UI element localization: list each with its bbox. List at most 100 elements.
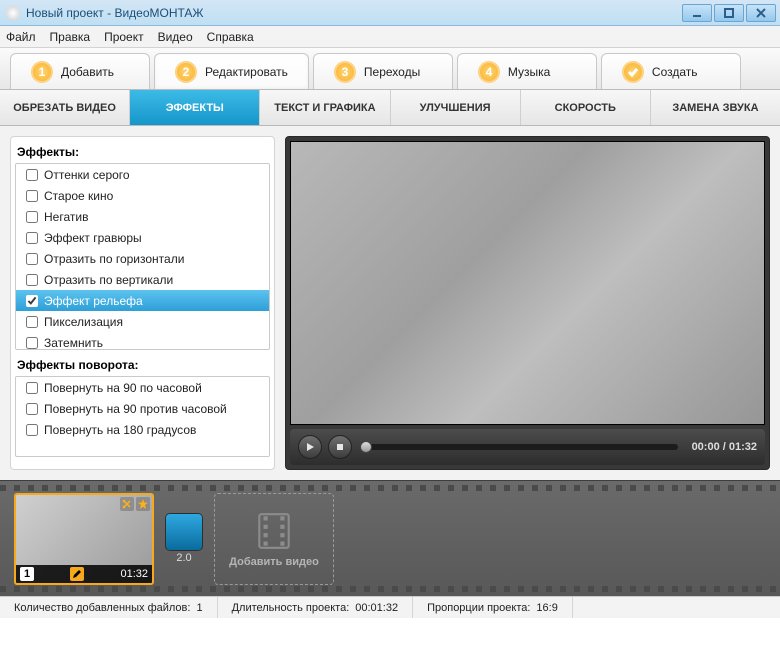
- menu-project[interactable]: Проект: [104, 30, 144, 44]
- clip-index: 1: [20, 567, 34, 581]
- film-perforation: [0, 586, 780, 592]
- menu-video[interactable]: Видео: [158, 30, 193, 44]
- step-label: Музыка: [508, 65, 550, 79]
- scissors-icon[interactable]: [120, 497, 134, 511]
- add-video-label: Добавить видео: [229, 556, 319, 568]
- title-bar: Новый проект - ВидеоМОНТАЖ: [0, 0, 780, 26]
- video-preview[interactable]: [290, 141, 765, 425]
- tab-audio[interactable]: ЗАМЕНА ЗВУКА: [651, 90, 780, 125]
- menu-file[interactable]: Файл: [6, 30, 36, 44]
- step-label: Редактировать: [205, 65, 288, 79]
- status-files-label: Количество добавленных файлов:: [14, 602, 190, 614]
- transition-chip[interactable]: [166, 514, 202, 550]
- effect-label: Затемнить: [44, 336, 103, 350]
- effects-heading: Эффекты:: [17, 145, 268, 159]
- minimize-button[interactable]: [682, 4, 712, 22]
- timeline-clip[interactable]: 1 01:32: [14, 493, 154, 585]
- step-number-icon: 1: [31, 61, 53, 83]
- step-label: Создать: [652, 65, 698, 79]
- tab-improve[interactable]: УЛУЧШЕНИЯ: [391, 90, 521, 125]
- status-duration: Длительность проекта: 00:01:32: [218, 597, 414, 618]
- add-video-button[interactable]: Добавить видео: [214, 493, 334, 585]
- clip-badges: [120, 497, 150, 511]
- effect-checkbox[interactable]: [26, 424, 38, 436]
- effect-item[interactable]: Повернуть на 90 по часовой: [16, 377, 269, 398]
- effect-item[interactable]: Отразить по горизонтали: [16, 248, 269, 269]
- seek-bar[interactable]: [366, 444, 678, 450]
- step-transitions[interactable]: 3 Переходы: [313, 53, 453, 89]
- effect-item[interactable]: Эффект гравюры: [16, 227, 269, 248]
- status-files: Количество добавленных файлов: 1: [0, 597, 218, 618]
- effect-label: Эффект гравюры: [44, 231, 142, 245]
- player-controls: 00:00 / 01:32: [290, 429, 765, 465]
- tab-speed[interactable]: СКОРОСТЬ: [521, 90, 651, 125]
- menu-help[interactable]: Справка: [207, 30, 254, 44]
- close-button[interactable]: [746, 4, 776, 22]
- work-area: Эффекты: Оттенки серого Старое кино Негати…: [0, 126, 780, 480]
- clip-duration: 01:32: [120, 568, 148, 580]
- status-aspect-label: Пропорции проекта:: [427, 602, 530, 614]
- step-number-icon: 4: [478, 61, 500, 83]
- seek-handle[interactable]: [360, 441, 372, 453]
- rotation-list: Повернуть на 90 по часовой Повернуть на 9…: [15, 376, 270, 457]
- effect-checkbox[interactable]: [26, 232, 38, 244]
- editor-subtabs: ОБРЕЗАТЬ ВИДЕО ЭФФЕКТЫ ТЕКСТ И ГРАФИКА У…: [0, 90, 780, 126]
- preview-panel: 00:00 / 01:32: [285, 136, 770, 470]
- effect-label: Оттенки серого: [44, 168, 130, 182]
- effect-label: Старое кино: [44, 189, 113, 203]
- effect-checkbox[interactable]: [26, 190, 38, 202]
- status-files-value: 1: [196, 602, 202, 614]
- timeline[interactable]: 1 01:32 2.0 Добавить видео: [0, 480, 780, 596]
- effect-checkbox[interactable]: [26, 169, 38, 181]
- effect-label: Отразить по горизонтали: [44, 252, 184, 266]
- effect-label: Негатив: [44, 210, 88, 224]
- effect-checkbox[interactable]: [26, 253, 38, 265]
- effect-label: Повернуть на 90 по часовой: [44, 381, 202, 395]
- effect-item[interactable]: Повернуть на 90 против часовой: [16, 398, 269, 419]
- tab-effects[interactable]: ЭФФЕКТЫ: [130, 90, 260, 125]
- effect-item[interactable]: Эффект рельефа: [16, 290, 269, 311]
- step-label: Переходы: [364, 65, 420, 79]
- menu-edit[interactable]: Правка: [50, 30, 91, 44]
- effect-checkbox[interactable]: [26, 274, 38, 286]
- status-duration-value: 00:01:32: [355, 602, 398, 614]
- effect-item[interactable]: Повернуть на 180 градусов: [16, 419, 269, 440]
- effect-label: Эффект рельефа: [44, 294, 143, 308]
- star-icon[interactable]: [136, 497, 150, 511]
- effects-list: Оттенки серого Старое кино Негатив Эффект г…: [15, 163, 270, 350]
- effect-checkbox[interactable]: [26, 295, 38, 307]
- step-create[interactable]: Создать: [601, 53, 741, 89]
- clip-info-bar: 1 01:32: [16, 565, 152, 583]
- step-add[interactable]: 1 Добавить: [10, 53, 150, 89]
- effect-label: Пикселизация: [44, 315, 123, 329]
- wizard-steps: 1 Добавить 2 Редактировать 3 Переходы 4 …: [0, 48, 780, 90]
- effect-checkbox[interactable]: [26, 211, 38, 223]
- effect-item[interactable]: Отразить по вертикали: [16, 269, 269, 290]
- effect-item[interactable]: Пикселизация: [16, 311, 269, 332]
- film-icon: [253, 510, 295, 552]
- effect-checkbox[interactable]: [26, 337, 38, 349]
- stop-button[interactable]: [328, 435, 352, 459]
- effect-item[interactable]: Старое кино: [16, 185, 269, 206]
- step-edit[interactable]: 2 Редактировать: [154, 53, 309, 89]
- rotation-scroll[interactable]: Повернуть на 90 по часовой Повернуть на 9…: [16, 377, 269, 456]
- step-label: Добавить: [61, 65, 114, 79]
- tab-crop[interactable]: ОБРЕЗАТЬ ВИДЕО: [0, 90, 130, 125]
- effect-checkbox[interactable]: [26, 403, 38, 415]
- effect-item[interactable]: Затемнить: [16, 332, 269, 349]
- effect-item[interactable]: Негатив: [16, 206, 269, 227]
- maximize-button[interactable]: [714, 4, 744, 22]
- effects-panel: Эффекты: Оттенки серого Старое кино Негати…: [10, 136, 275, 470]
- effects-scroll[interactable]: Оттенки серого Старое кино Негатив Эффект г…: [16, 164, 269, 349]
- step-music[interactable]: 4 Музыка: [457, 53, 597, 89]
- film-perforation: [0, 485, 780, 491]
- edit-clip-icon[interactable]: [70, 567, 84, 581]
- effect-checkbox[interactable]: [26, 382, 38, 394]
- effect-item[interactable]: Оттенки серого: [16, 164, 269, 185]
- play-button[interactable]: [298, 435, 322, 459]
- tab-text[interactable]: ТЕКСТ И ГРАФИКА: [260, 90, 390, 125]
- effect-checkbox[interactable]: [26, 316, 38, 328]
- step-number-icon: 3: [334, 61, 356, 83]
- status-aspect-value: 16:9: [536, 602, 557, 614]
- menu-bar: Файл Правка Проект Видео Справка: [0, 26, 780, 48]
